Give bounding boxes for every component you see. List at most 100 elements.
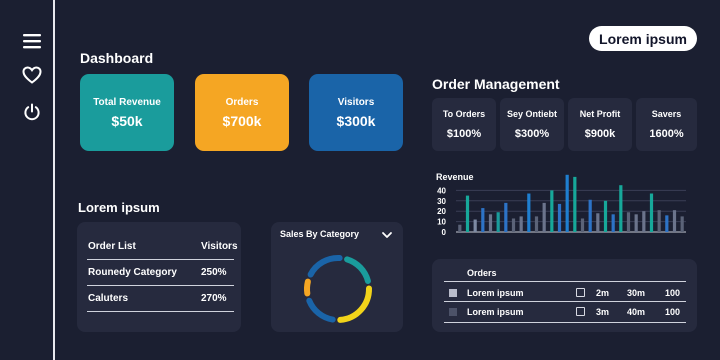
divider: [87, 311, 234, 312]
chart-bar: [596, 213, 600, 232]
chart-bar: [565, 174, 569, 232]
row-swatch-icon: [449, 289, 457, 297]
card-label: Total Revenue: [93, 96, 161, 108]
chart-bar: [665, 215, 669, 232]
orders-title: Orders: [467, 268, 497, 278]
divider: [87, 259, 234, 260]
table-cell: Caluters: [88, 293, 129, 304]
order-col-c: 100: [665, 288, 681, 298]
donut-segments: [304, 255, 373, 323]
chart-bar: [473, 219, 477, 232]
stat-to-orders[interactable]: To Orders $100%: [432, 98, 496, 151]
y-tick-label: 10: [437, 218, 446, 227]
chart-bar: [557, 203, 562, 232]
order-col-b: 30m: [627, 288, 646, 298]
dashboard-title: Dashboard: [80, 50, 154, 66]
chart-bar: [680, 216, 684, 232]
chart-bar: [626, 212, 631, 232]
chart-bar: [672, 210, 677, 232]
chart-bar: [657, 210, 661, 232]
order-checkbox[interactable]: [576, 307, 585, 316]
order-name: Lorem ipsum: [467, 307, 524, 317]
chart-bar: [465, 195, 470, 232]
chart-bar: [649, 193, 654, 232]
stat-value: $100%: [446, 128, 482, 140]
revenue-chart: Revenue 010 2030 40: [436, 172, 686, 237]
chevron-down-icon[interactable]: [381, 228, 393, 240]
order-name: Lorem ipsum: [467, 288, 524, 298]
card-total-revenue[interactable]: Total Revenue $50k: [80, 74, 174, 151]
order-list-panel: Order List Visitors Rounedy Category 250…: [77, 222, 241, 332]
section-title: Lorem ipsum: [78, 200, 160, 215]
order-col-c: 100: [665, 307, 681, 317]
card-label: Orders: [225, 96, 259, 108]
chart-bar: [619, 185, 623, 232]
orders-panel: Orders Lorem ipsum 2m 30m 100 Lorem ipsu…: [432, 259, 697, 332]
divider: [444, 281, 686, 282]
donut-segment: [344, 256, 371, 284]
chart-bar: [634, 214, 638, 232]
sales-by-category-panel: Sales By Category: [271, 222, 403, 332]
stat-value: $900k: [584, 128, 616, 140]
donut-segment: [304, 278, 311, 297]
order-checkbox[interactable]: [576, 288, 585, 297]
chart-bar: [527, 193, 531, 232]
chart-bar: [504, 202, 508, 232]
sales-title: Sales By Category: [280, 229, 360, 239]
column-header-order-list: Order List: [88, 241, 136, 252]
table-cell: 270%: [201, 293, 227, 304]
divider: [444, 322, 686, 323]
header-badge[interactable]: Lorem ipsum: [589, 26, 697, 51]
divider: [87, 285, 234, 286]
column-header-visitors: Visitors: [201, 241, 238, 252]
stat-label: Savers: [651, 109, 682, 119]
chart-bar: [496, 212, 500, 232]
chart-bar: [534, 216, 539, 232]
y-tick-label: 20: [437, 207, 446, 216]
stat-value: 1600%: [649, 128, 684, 140]
card-value: $50k: [111, 112, 143, 129]
table-cell: Rounedy Category: [88, 267, 177, 278]
card-label: Visitors: [337, 96, 375, 108]
donut-segment: [306, 297, 336, 323]
chart-bar: [550, 190, 554, 232]
chart-bar: [573, 176, 577, 232]
stat-label: To Orders: [442, 109, 486, 119]
order-col-a: 3m: [596, 307, 610, 317]
power-icon[interactable]: [20, 101, 44, 123]
chart-bar: [642, 211, 646, 232]
donut-segment: [307, 255, 343, 278]
stat-sey-ontiebt[interactable]: Sey Ontiebt $300%: [500, 98, 564, 151]
chart-bar: [481, 208, 485, 232]
stat-net-profit[interactable]: Net Profit $900k: [568, 98, 632, 151]
card-value: $700k: [222, 112, 262, 129]
stat-value: $300%: [514, 128, 550, 140]
donut-segment: [337, 285, 373, 323]
order-col-b: 40m: [627, 307, 646, 317]
stat-savers[interactable]: Savers 1600%: [636, 98, 697, 151]
stat-label: Net Profit: [579, 109, 621, 119]
chart-bar: [580, 218, 585, 232]
y-tick-label: 30: [437, 197, 446, 206]
chart-bar: [511, 218, 516, 232]
chart-bar: [488, 214, 493, 232]
row-swatch-icon: [449, 308, 457, 316]
chart-bar: [542, 202, 546, 232]
card-visitors[interactable]: Visitors $300k: [309, 74, 403, 151]
order-col-a: 2m: [596, 288, 610, 298]
menu-icon[interactable]: [20, 30, 44, 52]
chart-bar: [458, 224, 462, 232]
table-cell: 250%: [201, 267, 227, 278]
chart-bars: [458, 174, 684, 232]
card-value: $300k: [336, 112, 376, 129]
card-orders[interactable]: Orders $700k: [195, 74, 289, 151]
y-tick-label: 40: [437, 186, 446, 195]
chart-ticks: 010 2030 40: [437, 186, 446, 237]
chart-bar: [611, 214, 615, 232]
chart-bar: [588, 199, 592, 232]
heart-icon[interactable]: [20, 64, 44, 86]
order-management-title: Order Management: [432, 76, 560, 92]
sidebar: [0, 0, 55, 360]
donut-chart: [304, 255, 373, 323]
divider: [444, 301, 686, 302]
